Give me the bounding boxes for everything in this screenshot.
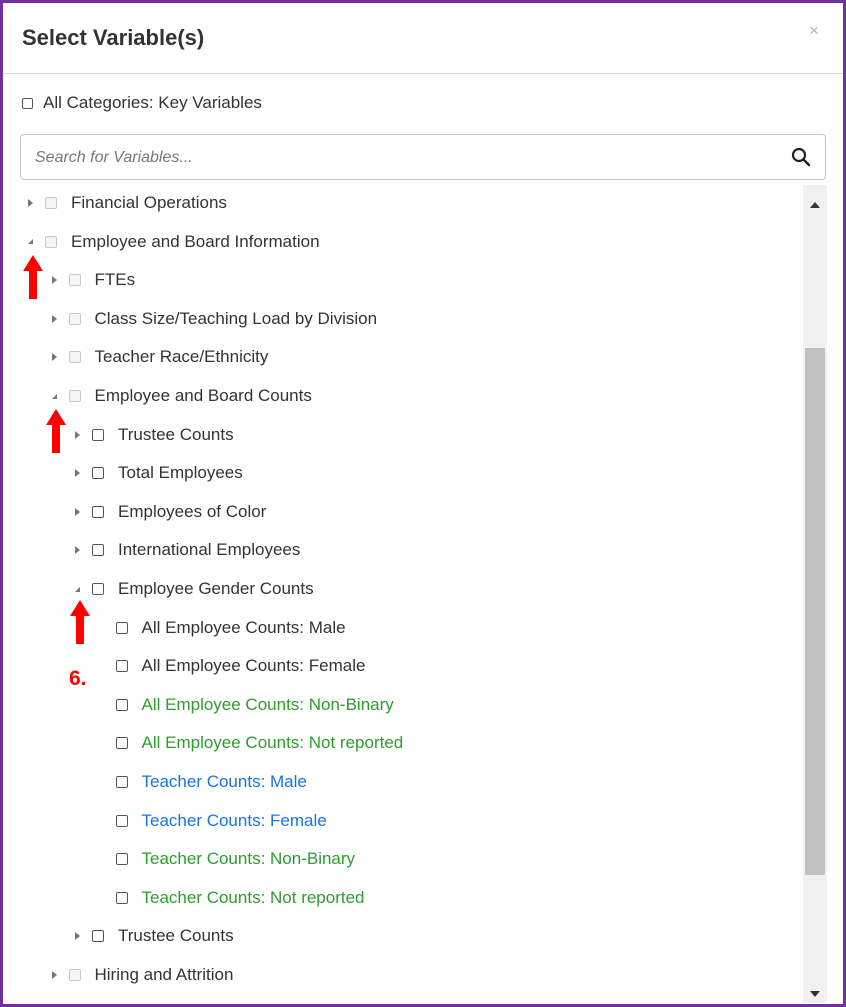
caret-right-icon[interactable] bbox=[51, 971, 57, 979]
tree-item-label: Teacher Race/Ethnicity bbox=[94, 347, 269, 367]
select-variables-dialog: Select Variable(s) × All Categories: Key… bbox=[0, 0, 846, 1007]
tree-item-checkbox[interactable] bbox=[115, 776, 128, 788]
tree-item-checkbox[interactable] bbox=[45, 235, 57, 248]
tree-item-checkbox[interactable] bbox=[68, 274, 81, 287]
caret-right-icon[interactable] bbox=[75, 507, 80, 516]
tree-item-checkbox[interactable] bbox=[115, 737, 128, 750]
tree-item[interactable]: Class Size/Teaching Load by Division bbox=[51, 304, 378, 334]
tree-item-checkbox[interactable] bbox=[68, 390, 81, 402]
tree-item[interactable]: Employee and Board Counts bbox=[51, 381, 312, 411]
tree-item[interactable]: Teacher Counts: Non-Binary bbox=[99, 844, 356, 874]
tree-item-label: Teacher Counts: Female bbox=[141, 810, 327, 830]
close-icon[interactable]: × bbox=[809, 21, 819, 41]
caret-right-icon[interactable] bbox=[28, 199, 33, 207]
step-annotation: 6. bbox=[69, 667, 87, 690]
tree-item-checkbox[interactable] bbox=[115, 660, 128, 673]
tree-item-checkbox[interactable] bbox=[115, 621, 128, 634]
tree-item-label: Trustee Counts bbox=[118, 926, 234, 946]
tree-item[interactable]: Trustee Counts bbox=[75, 420, 234, 450]
tree-item[interactable]: Trustee Counts bbox=[75, 921, 234, 951]
tree-item-checkbox[interactable] bbox=[68, 312, 81, 325]
red-arrow-icon bbox=[23, 255, 43, 299]
tree-item[interactable]: Teacher Counts: Not reported bbox=[99, 883, 365, 913]
tree-item-checkbox[interactable] bbox=[92, 583, 104, 595]
tree-item-checkbox[interactable] bbox=[68, 351, 81, 364]
tree-item[interactable]: Financial Operations bbox=[28, 188, 227, 218]
tree-item[interactable]: Employee Gender Counts bbox=[75, 574, 314, 604]
caret-right-icon[interactable] bbox=[75, 546, 80, 555]
tree-item-checkbox[interactable] bbox=[92, 505, 104, 518]
tree-item-checkbox[interactable] bbox=[115, 891, 128, 904]
caret-down-icon[interactable] bbox=[28, 239, 33, 245]
caret-down-icon[interactable] bbox=[51, 393, 57, 399]
tree-item-label: FTEs bbox=[94, 270, 136, 290]
tree-item-label: Employee and Board Information bbox=[71, 231, 320, 251]
caret-down-icon[interactable] bbox=[75, 586, 80, 592]
tree-item-label: All Employee Counts: Not reported bbox=[141, 733, 404, 753]
all-categories-label: All Categories: Key Variables bbox=[43, 93, 262, 112]
tree-item[interactable]: Employees of Color bbox=[75, 497, 266, 527]
search-input[interactable] bbox=[33, 145, 757, 171]
tree-item-label: All Employee Counts: Non-Binary bbox=[141, 694, 394, 714]
scroll-down-icon[interactable] bbox=[810, 991, 820, 997]
scrollbar[interactable] bbox=[803, 185, 827, 1003]
scrollbar-thumb[interactable] bbox=[805, 348, 825, 875]
search-icon[interactable] bbox=[791, 147, 811, 167]
tree-item[interactable]: Employee Benefits and Salary bbox=[28, 999, 299, 1001]
tree-item-label: Class Size/Teaching Load by Division bbox=[94, 308, 378, 328]
caret-right-icon[interactable] bbox=[75, 469, 80, 478]
dialog-title: Select Variable(s) bbox=[22, 25, 205, 50]
caret-right-icon[interactable] bbox=[75, 932, 80, 941]
tree-item-checkbox[interactable] bbox=[92, 930, 104, 943]
tree-item-label: Teacher Counts: Non-Binary bbox=[141, 849, 356, 869]
tree-item[interactable]: FTEs bbox=[51, 265, 136, 295]
tree-item-label: Teacher Counts: Not reported bbox=[141, 887, 365, 907]
caret-right-icon[interactable] bbox=[51, 314, 57, 323]
tree-item[interactable]: Teacher Counts: Female bbox=[99, 806, 327, 836]
tree-item[interactable]: All Employee Counts: Not reported bbox=[99, 728, 404, 758]
caret-right-icon[interactable] bbox=[75, 430, 80, 439]
tree-item[interactable]: Hiring and Attrition bbox=[51, 960, 234, 990]
scroll-up-icon[interactable] bbox=[810, 202, 820, 208]
tree-item-checkbox[interactable] bbox=[92, 467, 104, 480]
variable-tree: Financial Operations Employee and Board I… bbox=[3, 185, 803, 1001]
tree-item[interactable]: Teacher Counts: Male bbox=[99, 767, 307, 797]
tree-item-checkbox[interactable] bbox=[115, 814, 128, 827]
tree-item[interactable]: Employee and Board Information bbox=[28, 227, 320, 257]
tree-item-checkbox[interactable] bbox=[68, 969, 81, 981]
tree-item-label: Financial Operations bbox=[71, 193, 227, 212]
tree-item-label: Hiring and Attrition bbox=[94, 965, 234, 984]
tree-item-label: Employee Gender Counts bbox=[118, 579, 314, 598]
red-arrow-icon bbox=[70, 600, 90, 644]
tree-item[interactable]: International Employees bbox=[75, 535, 300, 565]
tree-item-label: All Employee Counts: Male bbox=[141, 617, 346, 637]
tree-item[interactable]: All Employee Counts: Female bbox=[99, 651, 366, 681]
tree-item-checkbox[interactable] bbox=[92, 544, 104, 557]
tree-item-label: Employee and Board Counts bbox=[94, 386, 312, 405]
search-box bbox=[20, 134, 826, 180]
all-categories-checkbox[interactable] bbox=[22, 97, 33, 109]
tree-item-label: All Employee Counts: Female bbox=[141, 656, 366, 676]
tree-item-label: Trustee Counts bbox=[118, 424, 234, 444]
tree-item[interactable]: All Employee Counts: Non-Binary bbox=[99, 690, 394, 720]
all-categories-option[interactable]: All Categories: Key Variables bbox=[22, 91, 262, 115]
dialog-header: Select Variable(s) × bbox=[3, 3, 843, 74]
tree-item-checkbox[interactable] bbox=[92, 428, 104, 441]
tree-item[interactable]: Teacher Race/Ethnicity bbox=[51, 342, 269, 372]
tree-item[interactable]: All Employee Counts: Male bbox=[99, 613, 346, 643]
tree-item-checkbox[interactable] bbox=[115, 698, 128, 711]
tree-item-checkbox[interactable] bbox=[115, 853, 128, 866]
caret-right-icon[interactable] bbox=[51, 276, 57, 285]
caret-right-icon[interactable] bbox=[51, 353, 57, 362]
tree-item-label: Teacher Counts: Male bbox=[141, 772, 307, 791]
tree-item-label: Employees of Color bbox=[118, 501, 267, 521]
tree-item[interactable]: Total Employees bbox=[75, 458, 243, 488]
tree-item-label: Total Employees bbox=[118, 463, 243, 483]
red-arrow-icon bbox=[46, 409, 66, 453]
tree-item-checkbox[interactable] bbox=[45, 197, 57, 209]
tree-item-label: International Employees bbox=[118, 540, 301, 560]
